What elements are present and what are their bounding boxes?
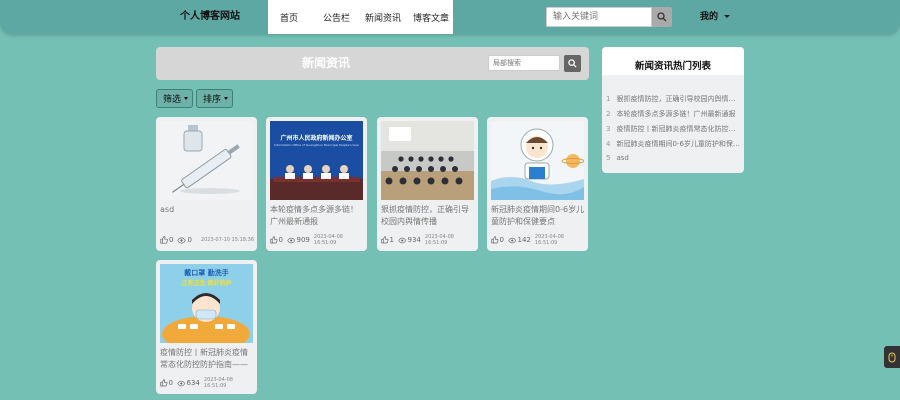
sort-dropdown[interactable]: 排序	[196, 89, 233, 108]
press-conference-image: 广州市人民政府新闻办公室 Information Office of Guang…	[270, 121, 363, 200]
chevron-down-icon	[724, 15, 730, 18]
meeting-room-image	[381, 121, 474, 200]
card-meta: 0 634 2023-04-08 16:51:09	[160, 377, 257, 389]
user-menu[interactable]: 我的	[700, 0, 718, 34]
thumbs-up-icon[interactable]	[270, 236, 278, 244]
gov-banner-subtitle: Information Office of Guangzhou Municipa…	[274, 143, 359, 147]
hot-list-item[interactable]: 2 本轮疫情多点多源多链！广州最新通报	[606, 109, 740, 119]
page-title: 新闻资讯	[301, 56, 350, 70]
view-count: 934	[407, 236, 421, 244]
thumbs-up-icon[interactable]	[381, 236, 389, 244]
hot-list-item[interactable]: 3 疫情防控丨新冠肺炎疫情常态化防控防护指南	[606, 124, 740, 134]
card-title: 狠抓疫情防控，正确引导校园内舆情传播	[381, 205, 469, 226]
site-brand[interactable]: 个人博客网站	[180, 0, 240, 34]
hot-title: 疫情防控丨新冠肺炎疫情常态化防控防护指南	[616, 125, 740, 133]
nav-home[interactable]: 首页	[280, 11, 298, 24]
hot-title: 本轮疫情多点多源多链！广州最新通报	[616, 110, 736, 118]
gov-banner-title: 广州市人民政府新闻办公室	[280, 135, 353, 142]
syringe-image	[160, 121, 253, 200]
news-card[interactable]: 狠抓疫情防控，正确引导校园内舆情传播 1 934 2023-04-08 16:5…	[377, 117, 478, 251]
search-input[interactable]	[546, 7, 652, 27]
card-date: 2023-04-08 16:51:09	[203, 377, 233, 389]
astronaut-image	[491, 121, 584, 200]
hot-title: 新冠肺炎疫情期间0-6岁儿童防护和保健要点	[616, 140, 740, 148]
search-icon	[568, 59, 577, 68]
card-title: asd	[160, 205, 175, 214]
like-count: 1	[389, 236, 395, 244]
chevron-down-icon	[184, 97, 189, 100]
eye-icon	[287, 237, 296, 243]
news-header: 新闻资讯	[156, 47, 589, 80]
hot-index: 2	[606, 110, 611, 118]
hot-news-sidebar: 新闻资讯热门列表 1 狠抓疫情防控，正确引导校园内舆情传播 2 本轮疫情多点多源多链…	[602, 47, 744, 173]
eye-icon	[508, 237, 517, 243]
nav-news[interactable]: 新闻资讯	[365, 11, 401, 24]
filter-dropdown[interactable]: 筛选	[156, 89, 193, 108]
card-title: 疫情防控丨新冠肺炎疫情常态化防控防护指南——	[160, 348, 248, 369]
hot-index: 4	[606, 140, 611, 148]
view-count: 0	[187, 236, 192, 244]
eye-icon	[398, 237, 407, 243]
thumbs-up-icon[interactable]	[491, 236, 499, 244]
hot-index: 3	[606, 125, 611, 133]
like-count: 0	[278, 236, 284, 244]
poster-line-1: 戴口罩 勤洗手	[184, 269, 229, 277]
news-card[interactable]: 广州市人民政府新闻办公室 Information Office of Guang…	[266, 117, 367, 251]
thumbs-up-icon[interactable]	[160, 236, 168, 244]
mask-poster-image: 戴口罩 勤洗手 注意卫生 做好防护	[160, 264, 253, 343]
view-count: 909	[296, 236, 310, 244]
chevron-down-icon	[224, 97, 229, 100]
nav-blog[interactable]: 博客文章	[413, 11, 449, 24]
hot-list-item[interactable]: 4 新冠肺炎疫情期间0-6岁儿童防护和保健要点	[606, 139, 740, 149]
sort-label: 排序	[203, 95, 222, 105]
eye-icon	[177, 237, 187, 243]
like-count: 0	[169, 236, 174, 244]
news-card[interactable]: 新冠肺炎疫情期间0-6岁儿童防护和保健要点 0 142 2023-04-08 1…	[487, 117, 588, 251]
news-card[interactable]: asd 0 0 2023-07-10 15:18:36	[156, 117, 257, 251]
hot-title: asd	[616, 154, 629, 162]
hot-list-item[interactable]: 1 狠抓疫情防控，正确引导校园内舆情传播	[606, 94, 740, 104]
like-count: 0	[168, 379, 174, 387]
news-card[interactable]: 戴口罩 勤洗手 注意卫生 做好防护 疫情防控丨新冠肺炎疫情常态化防控防护指南——…	[156, 260, 257, 394]
card-meta: 0 909 2023-04-08 16:51:09	[270, 234, 367, 246]
sidebar-title: 新闻资讯热门列表	[634, 61, 711, 72]
search-icon	[657, 12, 667, 22]
hot-list-item[interactable]: 5 asd	[606, 154, 740, 162]
search-button[interactable]	[652, 7, 672, 27]
eye-icon	[177, 380, 186, 386]
card-date: 2023-04-08 16:51:09	[424, 234, 454, 246]
card-date: 2023-04-08 16:51:09	[534, 234, 564, 246]
local-search-input[interactable]	[488, 55, 560, 71]
card-title: 本轮疫情多点多源多链！广州最新通报	[270, 205, 358, 226]
card-date: 2023-04-08 16:51:09	[313, 234, 343, 246]
top-navbar: 个人博客网站 首页 公告栏 新闻资讯 博客文章 我的	[0, 0, 900, 34]
card-meta: 0 0 2023-07-10 15:18:36	[160, 235, 257, 245]
floating-side-button[interactable]	[884, 346, 900, 368]
local-search-button[interactable]	[564, 55, 581, 72]
nav-announcements[interactable]: 公告栏	[323, 11, 350, 24]
view-count: 634	[186, 379, 200, 387]
hot-index: 1	[606, 95, 611, 103]
view-count: 142	[517, 236, 531, 244]
poster-line-2: 注意卫生 做好防护	[181, 280, 232, 287]
card-meta: 1 934 2023-04-08 16:51:09	[381, 234, 478, 246]
card-meta: 0 142 2023-04-08 16:51:09	[491, 234, 588, 246]
card-date: 2023-07-10 15:18:36	[200, 237, 254, 243]
filter-label: 筛选	[163, 95, 182, 105]
hot-index: 5	[606, 154, 611, 162]
thumbs-up-icon[interactable]	[160, 379, 168, 387]
hot-title: 狠抓疫情防控，正确引导校园内舆情传播	[616, 95, 740, 103]
nav-links: 首页 公告栏 新闻资讯 博客文章	[268, 0, 453, 34]
mouse-icon	[888, 352, 896, 362]
like-count: 0	[499, 236, 505, 244]
card-title: 新冠肺炎疫情期间0-6岁儿童防护和保健要点	[491, 205, 585, 226]
